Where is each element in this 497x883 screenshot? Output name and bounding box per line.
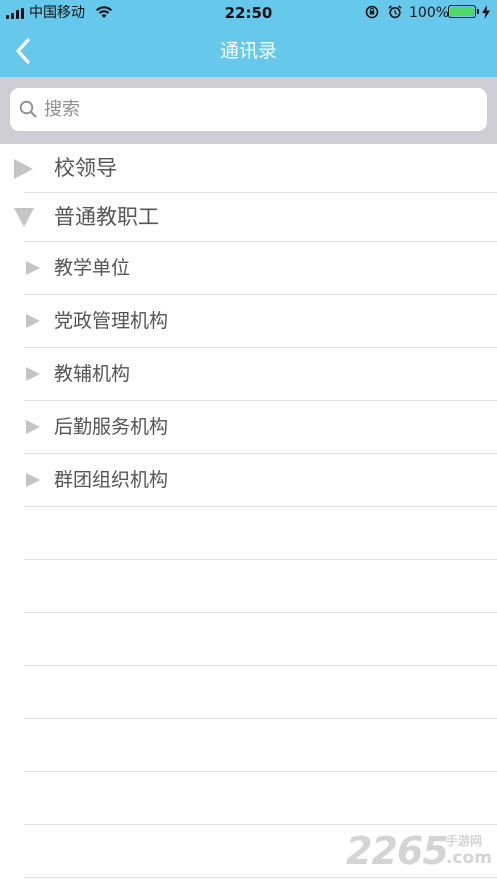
empty-row-divider (24, 824, 497, 825)
empty-row-divider (24, 718, 497, 719)
row-divider (24, 506, 497, 507)
empty-row-divider (24, 612, 497, 613)
orientation-lock-icon (365, 5, 379, 19)
collapsed-triangle-icon (26, 420, 40, 434)
expanded-triangle-icon (14, 208, 34, 227)
tree-subgroup-label: 后勤服务机构 (54, 416, 169, 438)
tree-subgroup-label: 教辅机构 (54, 363, 131, 385)
tree-group-label: 校领导 (54, 156, 117, 180)
empty-row-divider (24, 665, 497, 666)
search-bar (0, 77, 497, 144)
battery-nub (477, 9, 479, 14)
watermark-site-name: 手游网 (446, 834, 483, 848)
tree-group-label: 普通教职工 (54, 205, 159, 229)
tree-subgroup-label: 群团组织机构 (54, 469, 169, 491)
tree-subgroup-teaching-support[interactable]: 教辅机构 (0, 348, 497, 401)
watermark-logo: 2265 手游网 .com (346, 828, 497, 874)
search-input[interactable] (44, 88, 474, 131)
battery-percent: 100% (409, 5, 450, 21)
watermark-domain: .com (446, 848, 492, 868)
tree-subgroup-label: 党政管理机构 (54, 310, 169, 332)
collapsed-triangle-icon (26, 473, 40, 487)
page-title: 通讯录 (219, 40, 277, 62)
charging-bolt-icon (482, 5, 490, 19)
collapsed-triangle-icon (26, 367, 40, 381)
tree-group-general-staff[interactable]: 普通教职工 (0, 193, 497, 242)
tree-subgroup-mass-organizations[interactable]: 群团组织机构 (0, 454, 497, 507)
empty-row-divider (24, 877, 497, 878)
tree-subgroup-party-admin[interactable]: 党政管理机构 (0, 295, 497, 348)
search-icon (19, 100, 37, 118)
empty-row-divider (24, 559, 497, 560)
empty-row-divider (24, 771, 497, 772)
tree-subgroup-teaching-units[interactable]: 教学单位 (0, 242, 497, 295)
tree-subgroup-label: 教学单位 (54, 257, 131, 279)
alarm-icon (388, 5, 402, 19)
navigation-header: 中国移动 22:50 100% 通讯录 (0, 0, 497, 77)
status-bar: 中国移动 22:50 100% (0, 0, 497, 26)
battery-icon (448, 5, 476, 18)
search-field[interactable] (10, 88, 487, 131)
collapsed-triangle-icon (26, 261, 40, 275)
watermark-number: 2265 (346, 829, 449, 873)
tree-subgroup-logistics[interactable]: 后勤服务机构 (0, 401, 497, 454)
collapsed-triangle-icon (26, 314, 40, 328)
tree-group-school-leaders[interactable]: 校领导 (0, 144, 497, 193)
collapsed-triangle-icon (14, 159, 33, 179)
